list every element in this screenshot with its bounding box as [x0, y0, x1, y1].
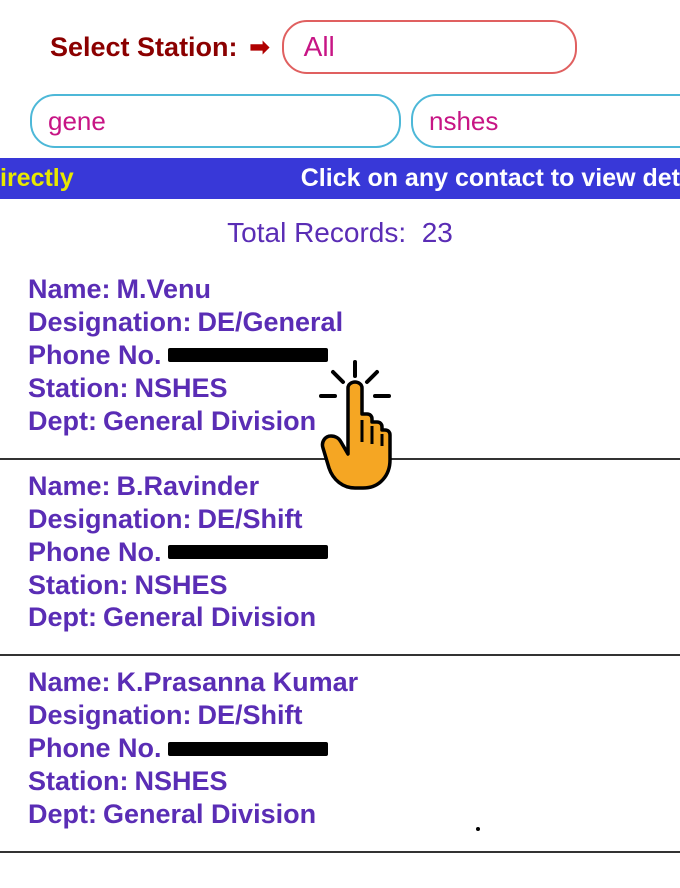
search-input-2[interactable] [411, 94, 680, 148]
station-value: NSHES [135, 765, 228, 798]
designation-label: Designation: [28, 503, 192, 536]
station-select[interactable]: All [282, 20, 577, 74]
designation-label: Designation: [28, 306, 192, 339]
phone-redacted [168, 346, 328, 364]
name-label: Name: [28, 470, 111, 503]
contact-card[interactable]: Name: B.Ravinder Designation: DE/Shift P… [0, 460, 680, 657]
designation-value: DE/Shift [198, 699, 303, 732]
phone-label: Phone No. [28, 732, 162, 765]
name-label: Name: [28, 666, 111, 699]
station-value: NSHES [135, 569, 228, 602]
contacts-list: Name: M.Venu Designation: DE/General Pho… [0, 273, 680, 853]
station-label-field: Station: [28, 765, 129, 798]
arrow-right-icon: ➡ [250, 33, 270, 62]
phone-redacted [168, 740, 328, 758]
banner-left-text: irectly [0, 164, 74, 193]
contact-card[interactable]: Name: M.Venu Designation: DE/General Pho… [0, 273, 680, 460]
dept-value: General Division [103, 405, 316, 438]
search-input-1[interactable] [30, 94, 401, 148]
phone-redacted [168, 543, 328, 561]
dept-value: General Division [103, 601, 316, 634]
station-label: Select Station: [50, 32, 238, 63]
contact-card[interactable]: Name: K.Prasanna Kumar Designation: DE/S… [0, 656, 680, 853]
name-value: K.Prasanna Kumar [117, 666, 359, 699]
station-select-value: All [304, 31, 335, 63]
dept-value: General Division [103, 798, 316, 831]
phone-label: Phone No. [28, 536, 162, 569]
name-label: Name: [28, 273, 111, 306]
designation-label: Designation: [28, 699, 192, 732]
dept-label: Dept: [28, 798, 97, 831]
info-banner: irectly Click on any contact to view det [0, 158, 680, 199]
dot-icon [476, 827, 480, 831]
dept-label: Dept: [28, 601, 97, 634]
designation-value: DE/General [198, 306, 344, 339]
total-label: Total Records: [227, 217, 406, 248]
total-count: 23 [422, 217, 453, 248]
designation-value: DE/Shift [198, 503, 303, 536]
total-records: Total Records: 23 [0, 199, 680, 273]
station-label-field: Station: [28, 569, 129, 602]
name-value: B.Ravinder [117, 470, 260, 503]
banner-right-text: Click on any contact to view det [301, 164, 680, 193]
phone-label: Phone No. [28, 339, 162, 372]
dept-label: Dept: [28, 405, 97, 438]
station-value: NSHES [135, 372, 228, 405]
station-label-field: Station: [28, 372, 129, 405]
name-value: M.Venu [117, 273, 212, 306]
